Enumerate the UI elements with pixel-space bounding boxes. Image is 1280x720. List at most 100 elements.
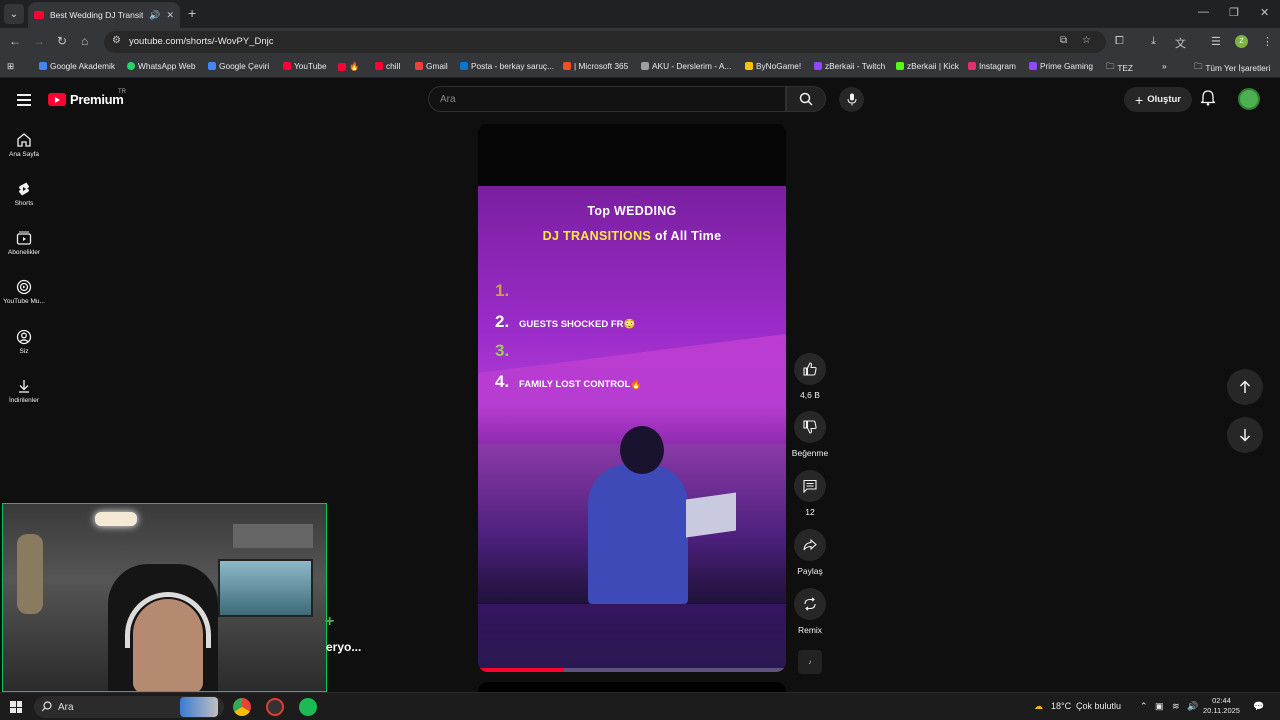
tab-search-button[interactable]: ⌄ [4,4,24,24]
bookmark-prime-gaming[interactable]: Prime Gaming [1029,61,1093,71]
forward-button[interactable]: → [33,34,45,48]
caption-highlight: DJ TRANSITIONS [542,229,652,243]
bookmark-chill[interactable]: chill [375,61,400,71]
create-button[interactable]: + Oluştur [1124,87,1192,112]
translate-icon[interactable]: 文 [1175,35,1186,51]
bookmark-label: zBerkaii - Twitch [825,61,886,71]
account-avatar[interactable] [1238,88,1260,110]
taskbar-search-input[interactable]: Ara [34,696,224,718]
bookmark-youtube[interactable]: YouTube [283,61,327,71]
bookmark-twitch[interactable]: zBerkaii - Twitch [814,61,885,71]
sidebar-item-downloads[interactable]: İndirilenler [0,378,48,404]
bookmark-star-icon[interactable]: ☆ [1082,35,1091,46]
sidebar-item-youtube-music[interactable]: YouTube Mu... [0,279,48,305]
bookmark-google-scholar[interactable]: Google Akademik [39,61,115,71]
all-bookmarks-folder[interactable]: 🗀 Tüm Yer İşaretleri [1194,61,1270,75]
green-plus-icon: + [325,613,335,630]
google-scholar-icon [39,62,47,70]
search-icon [41,701,52,712]
system-clock[interactable]: 02:44 20.11.2025 [1203,696,1240,716]
bookmark-bynogame[interactable]: ByNoGame! [745,61,801,71]
windows-taskbar: Ara ☁ 18°C Çok bulutlu ⌃ ▣ ≋ 🔊 02:44 20.… [0,692,1280,720]
menu-icon[interactable] [17,94,31,109]
minimize-icon[interactable]: — [1198,6,1209,18]
site-info-icon[interactable]: ⚙ [112,35,121,46]
new-tab-button[interactable]: + [188,5,196,21]
next-short-button[interactable] [1227,417,1263,453]
windows-start-button[interactable] [10,701,22,713]
youtube-premium-logo[interactable]: Premium [48,92,124,107]
notifications-button[interactable] [1199,90,1217,111]
bookmark-whatsapp[interactable]: WhatsApp Web [127,61,196,71]
weather-desc[interactable]: Çok bulutlu [1076,701,1121,711]
downloads-icon[interactable]: ⤓ [1151,35,1156,48]
bookmark-label: | Microsoft 365 [574,61,629,71]
spotify-icon[interactable] [299,698,317,716]
shorts-video-player[interactable]: Top WEDDING DJ TRANSITIONS of All Time 1… [478,124,786,672]
profile-avatar[interactable]: Z [1235,35,1248,48]
bookmark-folder-tez[interactable]: 🗀 TEZ [1106,61,1133,75]
bookmark-kick[interactable]: zBerkaii | Kick [896,61,959,71]
cast-icon[interactable]: ⧉ [1060,35,1067,46]
previous-short-button[interactable] [1227,369,1263,405]
reading-list-icon[interactable]: ☰ [1211,35,1221,48]
list-item-text: family lost control🔥 [519,379,643,390]
chevron-up-icon[interactable]: ⌃ [1140,701,1148,712]
bookmark-gmail[interactable]: Gmail [415,61,448,71]
subscriptions-icon [16,231,32,245]
speaker-icon[interactable]: 🔊 [149,10,160,21]
reload-button[interactable]: ↻ [57,34,67,48]
bookmark-google-translate[interactable]: Google Çeviri [208,61,269,71]
list-item-number: 4. [495,372,510,391]
bookmark-outlook[interactable]: Posta - berkay saruç... [460,61,554,71]
weather-temp[interactable]: 18°C [1051,701,1071,711]
caption-rest: of All Time [651,229,722,243]
tab-close-icon[interactable]: ✕ [166,10,174,21]
sidebar-item-you[interactable]: Siz [0,329,48,355]
restore-icon[interactable]: ❐ [1229,6,1239,19]
sound-thumbnail[interactable]: ♪ [798,650,822,674]
address-bar[interactable]: ⚙ youtube.com/shorts/-WovPY_Dnjc ⧉ ☆ [104,31,1106,53]
voice-search-button[interactable] [839,87,864,112]
apps-grid-icon[interactable]: ⊞ [7,61,14,71]
tab-title: Best Wedding DJ Transition [50,10,144,20]
bookmark-label: Google Akademik [50,61,116,71]
sidebar-item-home[interactable]: Ana Sayfa [0,132,48,158]
comments-button[interactable]: 12 [794,470,826,517]
bookmark-label: Instagram [979,61,1016,71]
remix-button[interactable]: Remix [794,588,826,635]
bookmark-label: YouTube [294,61,327,71]
share-button[interactable]: Paylaş [794,529,826,576]
notifications-icon[interactable]: 💬 [1253,701,1264,712]
bookmarks-overflow-icon[interactable]: » [1162,61,1167,71]
dislike-button[interactable]: Beğenme [792,411,828,458]
bookmarks-bar: ⊞ Google Akademik WhatsApp Web Google Çe… [0,56,1280,78]
bookmark-microsoft365[interactable]: | Microsoft 365 [563,61,628,71]
webcam-overlay [2,503,327,692]
list-item-number: 1. [495,281,510,300]
remix-label: Remix [797,625,823,635]
url-text[interactable]: youtube.com/shorts/-WovPY_Dnjc [129,36,274,47]
bookmark-youtube-2[interactable]: 🔥 [338,61,359,72]
sidebar-item-shorts[interactable]: Shorts [0,181,48,207]
home-icon[interactable]: ⌂ [81,34,88,48]
search-button[interactable] [786,86,826,112]
channel-name[interactable]: eryo... [326,640,361,654]
back-button[interactable]: ← [9,34,21,48]
browser-tab-active[interactable]: Best Wedding DJ Transition 🔊 ✕ [28,2,180,28]
home-icon [17,133,31,147]
search-input[interactable]: Ara [428,86,786,112]
bookmark-aku[interactable]: AKU - Derslerim - A... [641,61,731,71]
chrome-icon[interactable] [233,698,251,716]
volume-icon[interactable]: 🔊 [1187,701,1198,712]
extensions-icon[interactable]: ⧠ [1115,35,1124,48]
bookmark-instagram[interactable]: Instagram [968,61,1016,71]
like-button[interactable]: 4,6 B [794,353,826,400]
tray-app-icon[interactable]: ▣ [1155,701,1164,712]
sidebar-item-subscriptions[interactable]: Abonelikler [0,230,48,256]
chrome-menu-icon[interactable]: ⋮ [1262,35,1273,48]
app-icon[interactable] [266,698,284,716]
window-close-icon[interactable]: ✕ [1260,6,1269,19]
guitar [17,534,43,614]
wifi-icon[interactable]: ≋ [1172,701,1180,712]
